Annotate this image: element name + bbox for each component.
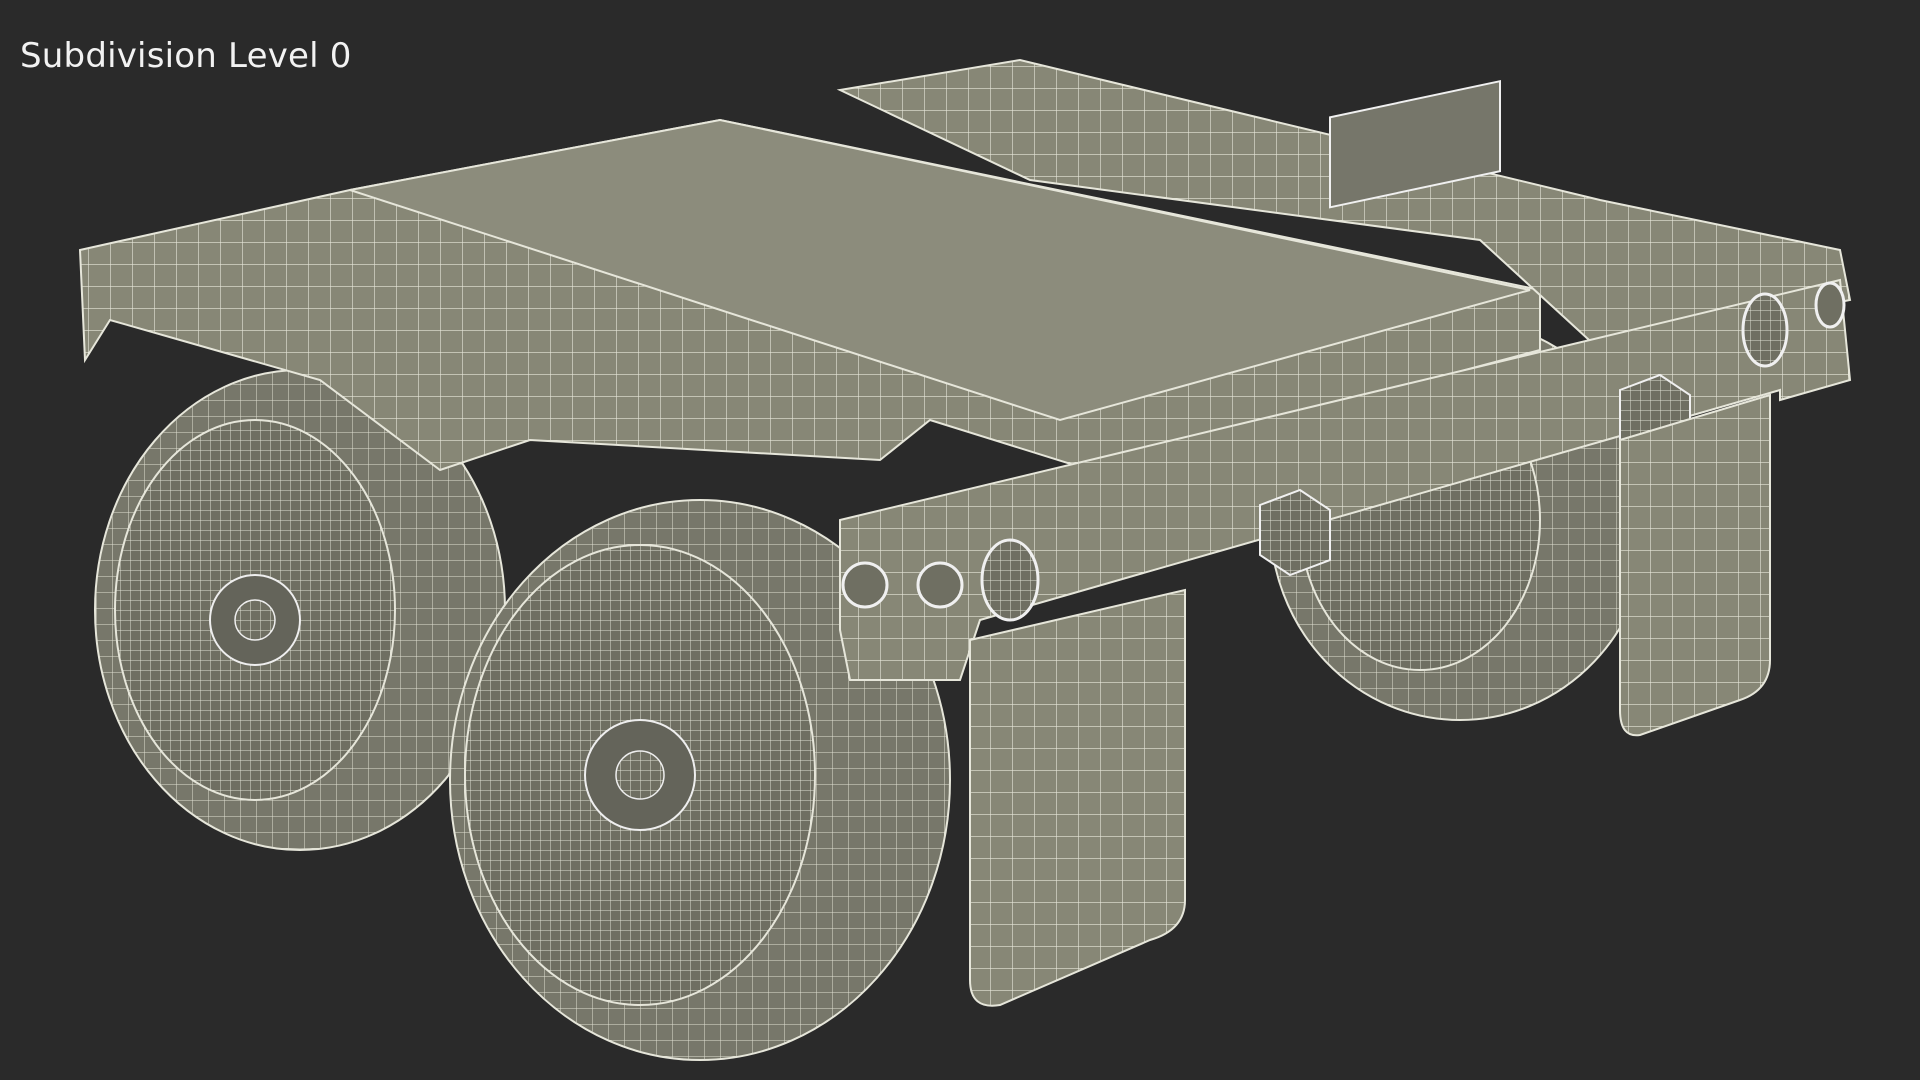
- viewport[interactable]: Subdivision Level 0: [0, 0, 1920, 1080]
- mud-flap-right: [1619, 393, 1771, 737]
- model-render: [78, 58, 1852, 1061]
- mud-flap-left: [969, 588, 1186, 1007]
